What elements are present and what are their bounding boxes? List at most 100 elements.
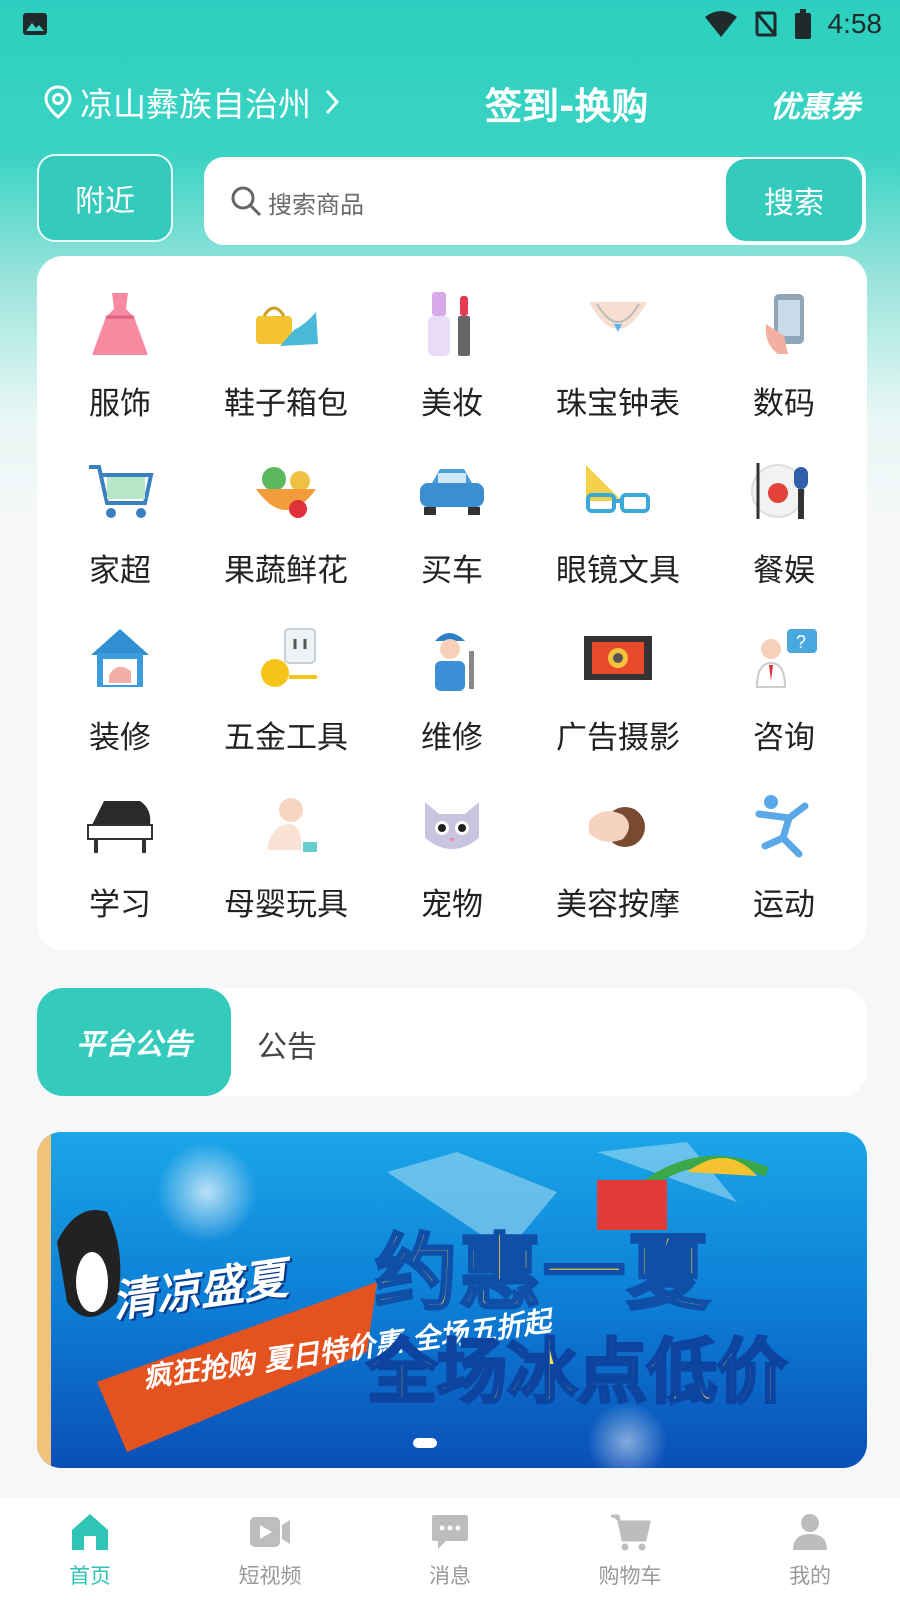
nearby-button[interactable]: 附近 xyxy=(37,154,173,242)
category-label: 运动 xyxy=(753,887,815,923)
status-bar: 4:58 xyxy=(0,0,900,52)
repairman-icon xyxy=(435,633,474,691)
bottom-tab-bar: 首页 短视频 消息 购物车 我的 xyxy=(0,1498,900,1600)
makeup-icon xyxy=(428,292,470,356)
status-time: 4:58 xyxy=(827,8,883,39)
category-label: 维修 xyxy=(421,720,483,756)
tab-home[interactable]: 首页 xyxy=(0,1498,180,1600)
tab-profile[interactable]: 我的 xyxy=(720,1498,900,1600)
search-button[interactable]: 搜索 xyxy=(726,159,862,241)
location-pin-icon xyxy=(44,85,72,119)
dress-icon xyxy=(92,293,148,355)
category-label: 美容按摩 xyxy=(556,887,680,923)
category-label: 餐娱 xyxy=(753,553,815,589)
shoe-bag-icon xyxy=(256,306,318,346)
category-label: 广告摄影 xyxy=(556,720,680,756)
banner-headline: 约惠一夏 xyxy=(373,1225,712,1323)
category-card: 服饰 鞋子箱包 美妆 珠宝钟表 数码 家超 果蔬鲜花 买车 眼镜文具 餐娱 装修… xyxy=(37,256,867,950)
category-label: 眼镜文具 xyxy=(556,553,680,589)
category-item[interactable]: 维修 xyxy=(369,610,535,777)
category-item[interactable]: 家超 xyxy=(37,443,203,610)
tab-short-video[interactable]: 短视频 xyxy=(180,1498,360,1600)
tab-label: 我的 xyxy=(789,1564,831,1588)
necklace-icon xyxy=(589,302,647,332)
car-icon xyxy=(420,469,484,515)
message-icon xyxy=(432,1515,468,1549)
search-icon xyxy=(231,186,262,217)
category-item[interactable]: 装修 xyxy=(37,610,203,777)
promo-banner[interactable]: 清凉盛夏 疯狂抢购 夏日特价惠 全场五折起 约惠一夏 全场冰点低价 xyxy=(37,1132,867,1468)
category-item[interactable]: 果蔬鲜花 xyxy=(203,443,369,610)
image-notification-icon xyxy=(23,13,47,35)
coupon-link[interactable]: 优惠券 xyxy=(770,82,860,126)
category-label: 咨询 xyxy=(753,720,815,756)
page-title: 签到-换购 xyxy=(485,85,649,128)
massage-icon xyxy=(589,807,645,847)
announcement-text: 公告 xyxy=(257,1030,317,1065)
category-item[interactable]: 餐娱 xyxy=(701,443,867,610)
camera-film-icon xyxy=(584,636,652,680)
svg-text:?: ? xyxy=(796,632,806,652)
carousel-indicator[interactable] xyxy=(413,1438,437,1448)
video-icon xyxy=(250,1517,290,1547)
home-icon xyxy=(72,1514,108,1550)
category-item[interactable]: 服饰 xyxy=(37,276,203,443)
tab-messages[interactable]: 消息 xyxy=(360,1498,540,1600)
search-bar[interactable]: 搜索商品 搜索 xyxy=(204,157,866,245)
category-item[interactable]: 运动 xyxy=(701,777,867,944)
category-item[interactable]: 母婴玩具 xyxy=(203,777,369,944)
fruit-bowl-icon xyxy=(256,467,316,518)
category-item[interactable]: 五金工具 xyxy=(203,610,369,777)
tab-cart[interactable]: 购物车 xyxy=(540,1498,720,1600)
category-label: 果蔬鲜花 xyxy=(224,553,348,589)
announcement-tag: 平台公告 xyxy=(37,988,231,1096)
runner-icon xyxy=(755,795,809,858)
tab-label: 购物车 xyxy=(598,1564,662,1588)
search-input[interactable]: 搜索商品 xyxy=(268,185,364,220)
tab-label: 首页 xyxy=(69,1564,111,1588)
no-signal-icon xyxy=(754,11,777,37)
location-label: 凉山彝族自治州 xyxy=(80,85,311,124)
category-item[interactable]: 美妆 xyxy=(369,276,535,443)
category-label: 装修 xyxy=(89,720,151,756)
banner-subheadline: 全场冰点低价 xyxy=(366,1330,789,1415)
category-label: 家超 xyxy=(89,553,151,589)
house-icon xyxy=(91,629,149,687)
announcement-bar[interactable]: 平台公告 公告 xyxy=(37,988,867,1096)
category-label: 鞋子箱包 xyxy=(224,386,348,422)
cart-icon xyxy=(89,465,154,518)
category-label: 数码 xyxy=(753,386,815,422)
category-item[interactable]: 买车 xyxy=(369,443,535,610)
category-grid: 服饰 鞋子箱包 美妆 珠宝钟表 数码 家超 果蔬鲜花 买车 眼镜文具 餐娱 装修… xyxy=(37,276,867,944)
category-item[interactable]: 数码 xyxy=(701,276,867,443)
category-label: 学习 xyxy=(89,887,151,923)
category-item[interactable]: 宠物 xyxy=(369,777,535,944)
top-bar: 凉山彝族自治州 签到-换购 优惠券 xyxy=(0,70,900,130)
tab-label: 消息 xyxy=(429,1564,471,1588)
category-item[interactable]: 广告摄影 xyxy=(535,610,701,777)
category-item[interactable]: ? 咨询 xyxy=(701,610,867,777)
phone-icon xyxy=(765,294,804,354)
battery-icon xyxy=(794,9,811,39)
glasses-icon xyxy=(586,465,650,513)
shopping-cart-icon xyxy=(611,1514,651,1551)
profile-icon xyxy=(793,1514,827,1550)
category-item[interactable]: 珠宝钟表 xyxy=(535,276,701,443)
chevron-right-icon xyxy=(325,89,340,115)
category-item[interactable]: 鞋子箱包 xyxy=(203,276,369,443)
category-label: 买车 xyxy=(421,553,483,589)
category-label: 珠宝钟表 xyxy=(556,386,680,422)
baby-icon xyxy=(267,798,317,852)
cat-icon xyxy=(425,802,479,849)
category-label: 美妆 xyxy=(421,386,483,422)
wifi-icon xyxy=(704,11,737,37)
category-item[interactable]: 学习 xyxy=(37,777,203,944)
category-item[interactable]: 美容按摩 xyxy=(535,777,701,944)
category-label: 五金工具 xyxy=(224,720,348,756)
dining-mic-icon xyxy=(751,463,808,519)
category-item[interactable]: 眼镜文具 xyxy=(535,443,701,610)
category-label: 宠物 xyxy=(421,887,483,923)
tape-socket-icon xyxy=(261,628,317,687)
location-selector[interactable]: 凉山彝族自治州 xyxy=(44,78,351,126)
tab-label: 短视频 xyxy=(238,1564,302,1588)
